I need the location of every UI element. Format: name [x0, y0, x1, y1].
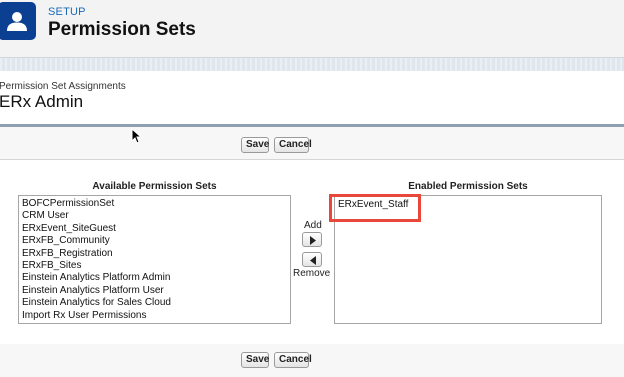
remove-label: Remove: [293, 268, 331, 279]
decorative-band: [0, 57, 624, 71]
list-item[interactable]: ERxFB_Sites: [19, 260, 290, 272]
list-item[interactable]: BOFCPermissionSet: [19, 198, 290, 210]
add-label: Add: [304, 220, 322, 231]
list-item[interactable]: CRM User: [19, 210, 290, 222]
bottom-button-bar: [0, 344, 624, 377]
top-button-bar: [0, 127, 624, 160]
assignment-header: [0, 71, 624, 124]
list-item[interactable]: Import Rx User Permissions: [19, 310, 290, 322]
save-button-bottom[interactable]: Save: [241, 352, 269, 368]
user-icon: [0, 2, 36, 40]
annotation-highlight: [329, 194, 421, 222]
mouse-cursor-icon: [131, 128, 142, 144]
list-item[interactable]: Einstein Analytics Platform Admin: [19, 272, 290, 284]
list-item[interactable]: Einstein Analytics for Sales Cloud: [19, 297, 290, 309]
cancel-button-bottom[interactable]: Cancel: [274, 352, 312, 368]
setup-header: SETUP Permission Sets: [0, 0, 624, 57]
arrow-right-icon: [310, 236, 316, 245]
remove-button[interactable]: [302, 252, 322, 267]
assignment-title: ERx Admin: [0, 92, 84, 111]
setup-breadcrumb[interactable]: SETUP: [48, 6, 86, 18]
available-permission-sets-list[interactable]: BOFCPermissionSet CRM User ERxEvent_Site…: [18, 195, 291, 324]
add-button[interactable]: [302, 232, 322, 247]
list-item[interactable]: ERxFB_Registration: [19, 248, 290, 260]
arrow-left-icon: [310, 256, 316, 265]
assignment-subtitle: Permission Set Assignments: [0, 81, 126, 92]
list-item[interactable]: ERxFB_Community: [19, 235, 290, 247]
enabled-list-title: Enabled Permission Sets: [408, 181, 528, 192]
save-button-top[interactable]: Save: [241, 137, 269, 153]
page-title: Permission Sets: [48, 19, 196, 40]
list-item[interactable]: Einstein Analytics Platform User: [19, 285, 290, 297]
cancel-button-top[interactable]: Cancel: [274, 137, 312, 153]
list-item[interactable]: ERxEvent_SiteGuest: [19, 223, 290, 235]
available-list-title: Available Permission Sets: [92, 181, 217, 192]
